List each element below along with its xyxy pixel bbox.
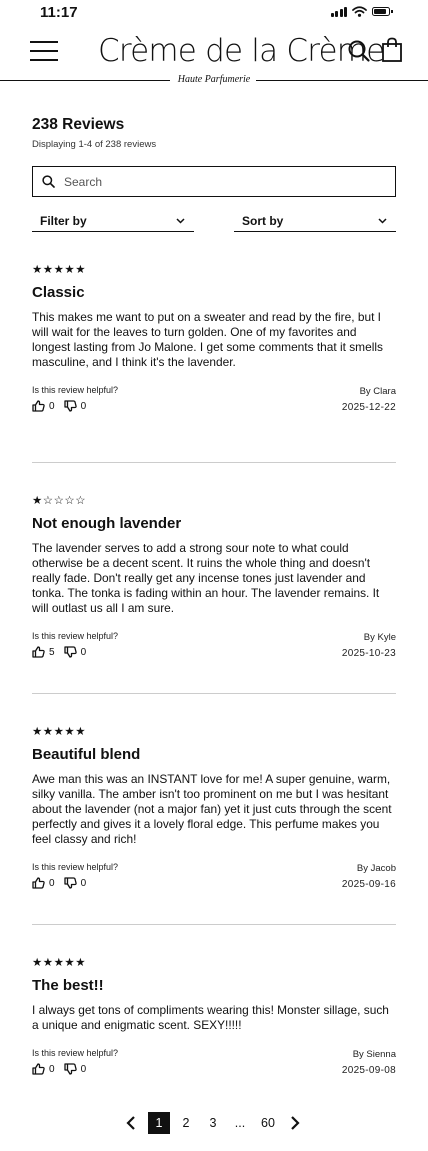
thumbs-down-icon xyxy=(63,1063,77,1075)
brand-logo[interactable]: Crème de la Crème xyxy=(98,33,385,69)
site-header: Crème de la Crème Haute Parfumerie xyxy=(0,26,428,88)
review-date: 2025-10-23 xyxy=(341,648,396,659)
review-footer: Is this review helpful? 0 0 By Sienna 20… xyxy=(32,1048,396,1080)
status-icons xyxy=(330,6,393,17)
chevron-left-icon[interactable] xyxy=(126,1116,136,1130)
dislike-button[interactable]: 0 xyxy=(63,400,87,412)
brand-tagline: Haute Parfumerie xyxy=(0,74,428,85)
review-card: ★☆☆☆☆ Not enough lavender The lavender s… xyxy=(32,495,396,663)
dislike-count: 0 xyxy=(80,1063,87,1075)
dislike-count: 0 xyxy=(80,877,87,889)
battery-icon xyxy=(372,7,393,16)
review-body: I always get tons of compliments wearing… xyxy=(32,1003,389,1032)
wifi-icon xyxy=(352,6,367,17)
thumbs-up-icon xyxy=(32,400,45,412)
review-search-box[interactable] xyxy=(32,166,396,197)
like-count: 5 xyxy=(49,646,55,658)
review-body: This makes me want to put on a sweater a… xyxy=(32,310,383,369)
helpful-prompt: Is this review helpful? xyxy=(32,385,119,395)
dislike-button[interactable]: 0 xyxy=(63,877,87,889)
like-button[interactable]: 0 xyxy=(32,1063,55,1075)
vote-controls: 5 0 xyxy=(32,646,95,658)
review-footer: Is this review helpful? 5 0 By Kyle 2025… xyxy=(32,631,396,663)
star-rating: ★★★★★ xyxy=(32,264,87,276)
vote-controls: 0 0 xyxy=(32,877,95,889)
review-author: By Kyle xyxy=(363,632,396,643)
review-author: By Clara xyxy=(359,386,396,397)
search-icon xyxy=(42,175,55,188)
status-time: 11:17 xyxy=(40,4,78,21)
review-card: ★★★★★ Classic This makes me want to put … xyxy=(32,264,396,417)
review-date: 2025-12-22 xyxy=(341,402,396,413)
reviews-count: Displaying 1-4 of 238 reviews xyxy=(32,139,157,150)
like-count: 0 xyxy=(49,877,55,889)
star-rating: ★☆☆☆☆ xyxy=(32,495,87,507)
review-author: By Jacob xyxy=(356,863,396,874)
sort-dropdown[interactable]: Sort by xyxy=(234,211,396,232)
thumbs-down-icon xyxy=(63,646,77,658)
review-title: The best!! xyxy=(32,977,104,994)
chevron-down-icon xyxy=(176,218,185,224)
page-button-2[interactable]: 2 xyxy=(176,1112,196,1134)
thumbs-up-icon xyxy=(32,877,45,889)
thumbs-down-icon xyxy=(63,877,77,889)
search-input[interactable] xyxy=(64,174,364,189)
chevron-down-icon xyxy=(378,218,387,224)
search-icon[interactable] xyxy=(347,39,371,63)
dislike-button[interactable]: 0 xyxy=(63,1063,87,1075)
review-footer: Is this review helpful? 0 0 By Jacob 202… xyxy=(32,862,396,894)
shopping-bag-icon[interactable] xyxy=(381,37,403,63)
review-card: ★★★★★ Beautiful blend Awe man this was a… xyxy=(32,726,396,894)
signal-icon xyxy=(330,6,347,17)
thumbs-up-icon xyxy=(32,646,45,658)
review-divider xyxy=(32,462,396,463)
helpful-prompt: Is this review helpful? xyxy=(32,631,119,641)
review-author: By Sienna xyxy=(352,1049,396,1060)
page-ellipsis: ... xyxy=(234,1116,246,1130)
reviews-title: 238 Reviews xyxy=(32,116,125,133)
sort-label: Sort by xyxy=(242,214,284,228)
dislike-button[interactable]: 0 xyxy=(63,646,87,658)
review-title: Classic xyxy=(32,284,85,301)
page-button-3[interactable]: 3 xyxy=(203,1112,223,1134)
review-card: ★★★★★ The best!! I always get tons of co… xyxy=(32,957,396,1080)
dislike-count: 0 xyxy=(80,400,87,412)
page-button-1[interactable]: 1 xyxy=(148,1112,170,1134)
dislike-count: 0 xyxy=(80,646,87,658)
star-rating: ★★★★★ xyxy=(32,726,87,738)
like-count: 0 xyxy=(49,1063,55,1075)
like-button[interactable]: 0 xyxy=(32,400,55,412)
like-button[interactable]: 5 xyxy=(32,646,55,658)
menu-icon[interactable] xyxy=(30,41,58,61)
helpful-prompt: Is this review helpful? xyxy=(32,862,119,872)
thumbs-down-icon xyxy=(63,400,77,412)
like-button[interactable]: 0 xyxy=(32,877,55,889)
review-body: The lavender serves to add a strong sour… xyxy=(32,541,380,615)
review-title: Beautiful blend xyxy=(32,746,141,763)
star-rating: ★★★★★ xyxy=(32,957,87,969)
review-divider xyxy=(32,924,396,925)
review-title: Not enough lavender xyxy=(32,515,182,532)
review-date: 2025-09-16 xyxy=(341,879,396,890)
vote-controls: 0 0 xyxy=(32,1063,95,1075)
review-date: 2025-09-08 xyxy=(341,1065,396,1076)
review-divider xyxy=(32,693,396,694)
filter-dropdown[interactable]: Filter by xyxy=(32,211,194,232)
review-body: Awe man this was an INSTANT love for me!… xyxy=(32,772,392,846)
status-bar: 11:17 xyxy=(0,0,428,26)
helpful-prompt: Is this review helpful? xyxy=(32,1048,119,1058)
like-count: 0 xyxy=(49,400,55,412)
vote-controls: 0 0 xyxy=(32,400,95,412)
chevron-right-icon[interactable] xyxy=(290,1116,300,1130)
page-button-60[interactable]: 60 xyxy=(256,1112,280,1134)
pagination: 1 2 3 ... 60 xyxy=(0,1112,428,1134)
filter-label: Filter by xyxy=(40,214,87,228)
review-footer: Is this review helpful? 0 0 By Clara 202… xyxy=(32,385,396,417)
thumbs-up-icon xyxy=(32,1063,45,1075)
